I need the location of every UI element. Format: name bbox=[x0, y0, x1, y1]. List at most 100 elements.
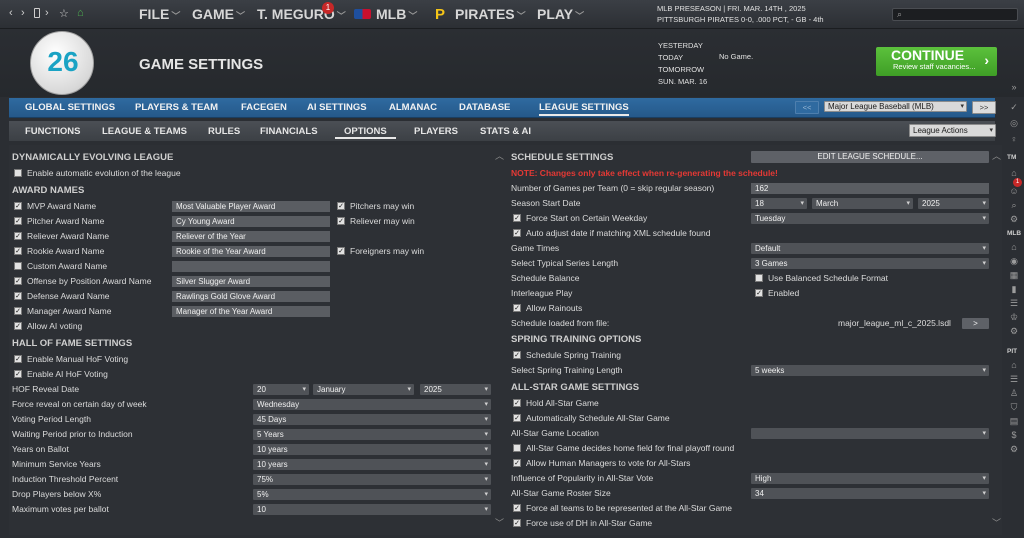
menu-play[interactable]: PLAY ﹀ bbox=[537, 6, 584, 22]
manager-award-checkbox[interactable]: ✓ bbox=[14, 307, 22, 315]
roster-icon[interactable]: ☰ bbox=[1008, 374, 1020, 385]
tab-players-team[interactable]: PLAYERS & TEAM bbox=[135, 102, 218, 113]
pitcher-award-field[interactable]: Cy Young Award bbox=[172, 216, 330, 227]
all-teams-checkbox[interactable]: ✓ bbox=[513, 504, 521, 512]
back-icon[interactable]: › bbox=[45, 7, 49, 19]
collapse-icon[interactable]: » bbox=[1008, 82, 1020, 92]
league-select[interactable]: Major League Baseball (MLB) ▾ bbox=[824, 101, 967, 112]
allow-ai-voting-checkbox[interactable]: ✓ bbox=[14, 322, 22, 330]
hof-month-select[interactable]: January ▾ bbox=[313, 384, 414, 395]
pitchers-may-win-checkbox[interactable]: ✓ bbox=[337, 202, 345, 210]
day-today[interactable]: TODAY bbox=[658, 52, 707, 64]
home-field-checkbox[interactable] bbox=[513, 444, 521, 452]
defense-award-checkbox[interactable]: ✓ bbox=[14, 292, 22, 300]
years-on-ballot-select[interactable]: 10 years ▾ bbox=[253, 444, 491, 455]
chevron-left-icon[interactable]: ‹ bbox=[9, 7, 13, 19]
spring-length-select[interactable]: 5 weeks ▾ bbox=[751, 365, 989, 376]
menu-mlb[interactable]: MLB ﹀ bbox=[376, 6, 417, 22]
window-icon[interactable] bbox=[34, 8, 40, 18]
day-yesterday[interactable]: YESTERDAY bbox=[658, 40, 707, 52]
reliever-award-field[interactable]: Reliever of the Year bbox=[172, 231, 330, 242]
gear-icon[interactable]: ⚙ bbox=[1008, 214, 1020, 225]
tab-league-teams[interactable]: LEAGUE & TEAMS bbox=[102, 126, 187, 137]
scroll-up-icon[interactable]: ︿ bbox=[495, 149, 504, 162]
trophy-icon[interactable]: ♔ bbox=[1008, 312, 1020, 323]
hof-day-select[interactable]: 20 ▾ bbox=[253, 384, 309, 395]
calendar-icon[interactable]: ▦ bbox=[1008, 270, 1020, 281]
pitcher-award-checkbox[interactable]: ✓ bbox=[14, 217, 22, 225]
force-dh-checkbox[interactable]: ✓ bbox=[513, 519, 521, 527]
auto-allstar-checkbox[interactable]: ✓ bbox=[513, 414, 521, 422]
pit-home-icon[interactable]: ⌂ bbox=[1008, 360, 1020, 370]
ai-hof-checkbox[interactable]: ✓ bbox=[14, 370, 22, 378]
offense-award-field[interactable]: Silver Slugger Award bbox=[172, 276, 330, 287]
scroll-down-icon[interactable]: ﹀ bbox=[495, 516, 504, 529]
human-managers-checkbox[interactable]: ✓ bbox=[513, 459, 521, 467]
induction-threshold-select[interactable]: 75% ▾ bbox=[253, 474, 491, 485]
continue-button[interactable]: CONTINUE Review staff vacancies... › bbox=[876, 47, 997, 76]
tab-options[interactable]: OPTIONS bbox=[335, 126, 396, 139]
team-home-icon[interactable]: ⌂ bbox=[1008, 168, 1020, 178]
reliever-award-checkbox[interactable]: ✓ bbox=[14, 232, 22, 240]
tab-league-settings[interactable]: LEAGUE SETTINGS bbox=[539, 102, 629, 116]
waiting-period-select[interactable]: 5 Years ▾ bbox=[253, 429, 491, 440]
games-per-team-field[interactable]: 162 bbox=[751, 183, 989, 194]
globe-icon[interactable]: ◎ bbox=[1008, 118, 1020, 129]
tab-stats-ai[interactable]: STATS & AI bbox=[480, 126, 531, 137]
search-input[interactable]: ⌕ bbox=[892, 8, 1018, 21]
shield-icon[interactable]: ⛉ bbox=[1008, 402, 1020, 413]
series-length-select[interactable]: 3 Games ▾ bbox=[751, 258, 989, 269]
search-icon[interactable]: ⌕ bbox=[1008, 200, 1020, 211]
relievers-may-win-checkbox[interactable]: ✓ bbox=[337, 217, 345, 225]
max-votes-select[interactable]: 10 ▾ bbox=[253, 504, 491, 515]
tab-functions[interactable]: FUNCTIONS bbox=[25, 126, 80, 137]
voting-period-select[interactable]: 45 Days ▾ bbox=[253, 414, 491, 425]
manager-award-field[interactable]: Manager of the Year Award bbox=[172, 306, 330, 317]
custom-award-field[interactable] bbox=[172, 261, 330, 272]
auto-evolution-checkbox[interactable] bbox=[14, 169, 22, 177]
mvp-award-checkbox[interactable]: ✓ bbox=[14, 202, 22, 210]
star-icon[interactable]: ☆ bbox=[59, 7, 69, 20]
drop-players-select[interactable]: 5% ▾ bbox=[253, 489, 491, 500]
check-icon[interactable]: ✓ bbox=[1008, 102, 1020, 113]
start-month-select[interactable]: March ▾ bbox=[812, 198, 913, 209]
forward-icon[interactable]: › bbox=[21, 7, 25, 19]
people-icon[interactable]: ☺ bbox=[1008, 186, 1020, 196]
rookie-award-field[interactable]: Rookie of the Year Award bbox=[172, 246, 330, 257]
person-icon[interactable]: ♙ bbox=[1008, 388, 1020, 399]
tab-facegen[interactable]: FACEGEN bbox=[241, 102, 287, 113]
offense-award-checkbox[interactable]: ✓ bbox=[14, 277, 22, 285]
league-home-icon[interactable]: ⌂ bbox=[1008, 242, 1020, 252]
hold-allstar-checkbox[interactable]: ✓ bbox=[513, 399, 521, 407]
tab-almanac[interactable]: ALMANAC bbox=[389, 102, 437, 113]
start-year-select[interactable]: 2025 ▾ bbox=[918, 198, 989, 209]
stats-icon[interactable]: ▮ bbox=[1008, 284, 1020, 295]
menu-file[interactable]: FILE ﹀ bbox=[139, 6, 180, 22]
tab-global-settings[interactable]: GLOBAL SETTINGS bbox=[25, 102, 115, 113]
dollar-icon[interactable]: $ bbox=[1008, 430, 1020, 440]
day-tomorrow[interactable]: TOMORROW bbox=[658, 64, 707, 76]
cog-icon[interactable]: ⚙ bbox=[1008, 444, 1020, 455]
league-actions-select[interactable]: League Actions ▾ bbox=[909, 124, 996, 137]
schedule-spring-checkbox[interactable]: ✓ bbox=[513, 351, 521, 359]
menu-game[interactable]: GAME ﹀ bbox=[192, 6, 245, 22]
hof-year-select[interactable]: 2025 ▾ bbox=[420, 384, 491, 395]
custom-award-checkbox[interactable] bbox=[14, 262, 22, 270]
next-league-button[interactable]: >> bbox=[972, 101, 996, 114]
mvp-award-field[interactable]: Most Valuable Player Award bbox=[172, 201, 330, 212]
previous-league-button[interactable]: << bbox=[795, 101, 819, 114]
home-icon[interactable]: ⌂ bbox=[77, 7, 84, 19]
tab-rules[interactable]: RULES bbox=[208, 126, 240, 137]
min-service-years-select[interactable]: 10 years ▾ bbox=[253, 459, 491, 470]
edit-schedule-button[interactable]: EDIT LEAGUE SCHEDULE... bbox=[751, 151, 989, 163]
scroll-down-icon[interactable]: ﹀ bbox=[992, 516, 1001, 529]
menu-pirates[interactable]: PIRATES ﹀ bbox=[455, 6, 526, 22]
settings-icon[interactable]: ⚙ bbox=[1008, 326, 1020, 337]
interleague-checkbox[interactable]: ✓ bbox=[755, 289, 763, 297]
pin-icon[interactable]: ♀ bbox=[1008, 134, 1020, 144]
popularity-influence-select[interactable]: High ▾ bbox=[751, 473, 989, 484]
list-icon[interactable]: ☰ bbox=[1008, 298, 1020, 309]
roster-size-select[interactable]: 34 ▾ bbox=[751, 488, 989, 499]
defense-award-field[interactable]: Rawlings Gold Glove Award bbox=[172, 291, 330, 302]
force-reveal-select[interactable]: Wednesday ▾ bbox=[253, 399, 491, 410]
